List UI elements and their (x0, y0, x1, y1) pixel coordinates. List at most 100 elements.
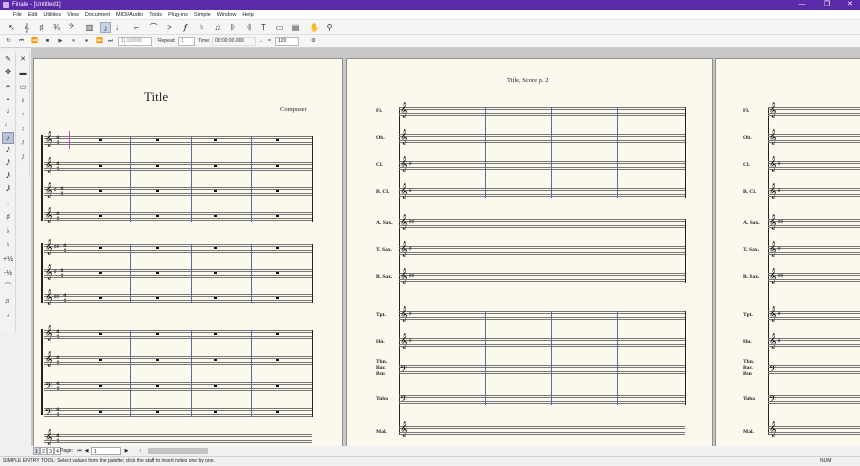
maximize-button[interactable]: ❐ (817, 0, 837, 10)
clef-tool-icon[interactable]: 𝄢 (66, 22, 77, 33)
rewind-to-start-icon[interactable]: ⏮ (17, 37, 26, 46)
menu-file[interactable]: File (10, 10, 25, 20)
staff-horn[interactable]: 𝄞 ♯ (768, 335, 860, 348)
time-signature-tool-icon[interactable]: ¾ (51, 22, 62, 33)
staff-alto-sax[interactable]: 𝄞 ♯♯ 4 4 (44, 241, 312, 254)
staff-horn[interactable]: 𝄞 ♯ (399, 335, 685, 348)
double-whole-note-icon[interactable]: 𝅜 (2, 80, 14, 92)
rewind-icon[interactable]: ⏪ (30, 37, 39, 46)
staff-oboe[interactable]: 𝄞 4 4 (44, 159, 312, 172)
eighth-rest-icon[interactable]: 𝄾 (17, 110, 29, 122)
close-button[interactable]: ✕ (840, 0, 860, 10)
menu-view[interactable]: View (64, 10, 82, 20)
repeat-end-icon[interactable]: 𝄇 (243, 22, 254, 33)
hand-grabber-icon[interactable]: ✋ (309, 22, 320, 33)
staff-oboe[interactable]: 𝄞 (399, 131, 685, 144)
staff-alto-sax[interactable]: 𝄞 ♯♯ (399, 216, 685, 229)
staff-bass-clarinet[interactable]: 𝄞 ♯ (399, 185, 685, 198)
score-page-2[interactable]: Title, Score p. 2 Fl. Ob. Cl. B. Cl. A. … (346, 58, 713, 446)
tuplet-tool-icon[interactable]: ⌐ (131, 22, 142, 33)
menu-tools[interactable]: Tools (146, 10, 165, 20)
whole-note-icon[interactable]: 𝅝 (2, 93, 14, 105)
staff-mallets[interactable]: 𝄞 4 4 (44, 431, 312, 444)
menu-plug-ins[interactable]: Plug-ins (165, 10, 191, 20)
lyrics-tool-icon[interactable]: ♫ (212, 22, 223, 33)
whole-rest-icon[interactable]: ▬ (17, 68, 29, 80)
smart-shape-tool-icon[interactable]: ⌒ (148, 22, 159, 33)
key-signature-tool-icon[interactable]: ♯ (36, 22, 47, 33)
measure-tool-icon[interactable]: ▥ (84, 22, 95, 33)
staff-trombone[interactable]: 𝄢 (399, 364, 685, 377)
half-sharp-icon[interactable]: +½ (2, 254, 14, 266)
zoom-tool-icon[interactable]: ⚲ (324, 22, 335, 33)
staff-clarinet[interactable]: 𝄞 ♯ (399, 158, 685, 171)
staff-baritone-sax[interactable]: 𝄞 ♯♯ (768, 270, 860, 283)
staff-horn[interactable]: 𝄞 4 4 (44, 353, 312, 366)
forward-to-end-icon[interactable]: ⏭ (106, 37, 115, 46)
pause-icon[interactable]: ⏸ (69, 37, 78, 46)
staff-bass-clarinet[interactable]: 𝄞 4 4 (44, 209, 312, 222)
eraser-icon[interactable]: ✎ (2, 54, 14, 66)
text-tool-icon[interactable]: T (258, 22, 269, 33)
staff-flute[interactable]: 𝄞 4 4 (44, 133, 312, 146)
first-page-icon[interactable]: ⏮ (76, 447, 83, 455)
staff-trumpet[interactable]: 𝄞 4 4 (44, 327, 312, 340)
simple-entry-tool-icon[interactable]: ♪ (100, 22, 111, 33)
staff-tuba[interactable]: 𝄢 (768, 394, 860, 407)
sixteenth-note-icon[interactable]: 𝅘𝅥𝅯 (2, 145, 14, 157)
eighth-note-icon[interactable]: ♪ (2, 132, 14, 144)
menu-midi-audio[interactable]: MIDI/Audio (113, 10, 146, 20)
layer-tab-3[interactable]: 3 (47, 447, 54, 455)
minimize-button[interactable]: — (792, 0, 812, 10)
score-composer[interactable]: Composer (280, 106, 307, 113)
record-icon[interactable]: ● (82, 37, 91, 46)
half-flat-icon[interactable]: -½ (2, 268, 14, 280)
staff-trombone[interactable]: 𝄢 4 4 (44, 381, 312, 394)
staff-trumpet[interactable]: 𝄞 ♯ (399, 308, 685, 321)
articulation-tool-icon[interactable]: > (164, 22, 175, 33)
staff-baritone-sax[interactable]: 𝄞 ♯♯ (399, 270, 685, 283)
tuplet-icon[interactable]: ♬ (2, 296, 14, 308)
staff-mallets[interactable]: 𝄞 (399, 423, 685, 436)
score-page-3[interactable]: Fl. Ob. Cl. B. Cl. A. Sax. T. Sax. B. Sa… (715, 58, 860, 446)
half-rest-icon[interactable]: ▭ (17, 82, 29, 94)
dot-icon[interactable]: · (2, 198, 14, 210)
fast-forward-icon[interactable]: ⏩ (95, 37, 104, 46)
menu-document[interactable]: Document (82, 10, 113, 20)
layer-tab-2[interactable]: 2 (40, 447, 47, 455)
quarter-rest-icon[interactable]: 𝄽 (17, 96, 29, 108)
thirty-second-rest-icon[interactable]: 𝅀 (17, 138, 29, 150)
measure-counter[interactable]: 1| 1|0000 (118, 37, 152, 46)
sharp-icon[interactable]: ♯ (2, 212, 14, 224)
sixty-fourth-note-icon[interactable]: 𝅘𝅥𝅱 (2, 171, 14, 183)
loop-icon[interactable]: ↻ (4, 37, 13, 46)
horizontal-scrollbar-thumb[interactable] (148, 448, 208, 454)
staff-tenor-sax[interactable]: 𝄞 ♯ (768, 243, 860, 256)
staff-bass-clarinet[interactable]: 𝄞 ♯ (768, 185, 860, 198)
staff-alto-sax[interactable]: 𝄞 ♯♯ (768, 216, 860, 229)
staff-flute[interactable]: 𝄞 (399, 104, 685, 117)
staff-tuba[interactable]: 𝄢 (399, 394, 685, 407)
natural-icon[interactable]: ♮ (2, 240, 14, 252)
layer-tab-1[interactable]: 1 (33, 447, 40, 455)
tempo-input[interactable]: 120 (275, 37, 299, 46)
playback-settings-gear-icon[interactable]: ⚙ (309, 37, 318, 46)
palette-close-icon[interactable]: ✕ (17, 54, 29, 66)
page-layout-tool-icon[interactable]: ▭ (274, 22, 285, 33)
play-icon[interactable]: ▶ (56, 37, 65, 46)
select-arrow-icon[interactable]: ✥ (2, 67, 14, 79)
thirty-second-note-icon[interactable]: 𝅘𝅥𝅰 (2, 158, 14, 170)
staff-tool-icon[interactable]: 𝄞 (21, 22, 32, 33)
staff-baritone-sax[interactable]: 𝄞 ♯♯ 4 4 (44, 291, 312, 304)
score-page-1[interactable]: Title Composer 𝄞 4 4 𝄞 4 4 𝄞 ♯ 4 4 𝄞 4 4 𝄞 ♯♯ 4 4 𝄞 ♯… (33, 58, 343, 446)
128th-note-icon[interactable]: 𝅘𝅥𝅲 (2, 184, 14, 196)
staff-oboe[interactable]: 𝄞 (768, 131, 860, 144)
graphics-tool-icon[interactable]: ▤ (290, 22, 301, 33)
menu-simple[interactable]: Simple (191, 10, 214, 20)
scroll-left-icon[interactable]: ‹ (137, 447, 144, 455)
menu-edit[interactable]: Edit (25, 10, 40, 20)
stop-icon[interactable]: ■ (43, 37, 52, 46)
grace-note-icon[interactable]: 𝆔 (2, 310, 14, 322)
expression-tool-icon[interactable]: 𝆑 (180, 22, 191, 33)
menu-utilities[interactable]: Utilities (40, 10, 64, 20)
